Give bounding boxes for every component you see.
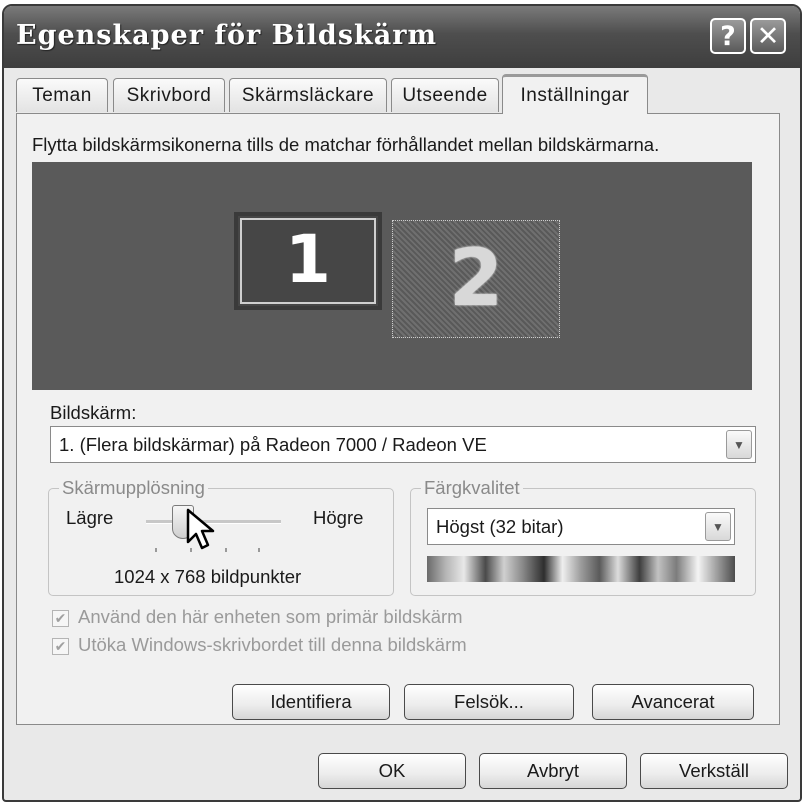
tab-skarmslackare[interactable]: Skärmsläckare — [229, 78, 387, 112]
check-icon: ✔ — [54, 610, 67, 627]
resolution-value: 1024 x 768 bildpunkter — [114, 566, 302, 587]
primary-display-label: Använd den här enheten som primär bildsk… — [78, 606, 463, 627]
color-quality-select[interactable]: Högst (32 bitar) ▼ — [427, 508, 735, 545]
tab-strip: Teman Skrivbord Skärmsläckare Utseende I… — [16, 74, 796, 114]
tab-teman[interactable]: Teman — [16, 78, 108, 112]
slider-tick — [225, 548, 227, 552]
cancel-button[interactable]: Avbryt — [479, 753, 627, 789]
help-button[interactable]: ? — [710, 18, 746, 54]
extend-desktop-checkbox[interactable]: ✔ — [52, 638, 69, 655]
resolution-high-label: Högre — [313, 507, 364, 528]
window-title: Egenskaper för Bildskärm — [16, 20, 438, 51]
display-select-value: 1. (Flera bildskärmar) på Radeon 7000 / … — [59, 434, 487, 455]
apply-button[interactable]: Verkställ — [640, 753, 788, 789]
identify-button[interactable]: Identifiera — [232, 684, 390, 720]
color-quality-legend: Färgkvalitet — [421, 477, 523, 499]
tab-skrivbord[interactable]: Skrivbord — [113, 78, 225, 112]
ok-button[interactable]: OK — [318, 753, 466, 789]
title-bar[interactable]: Egenskaper för Bildskärm ? ✕ — [4, 6, 800, 68]
monitor-arrangement-area[interactable]: 1 2 — [32, 162, 752, 390]
color-preview-bar — [427, 556, 735, 582]
chevron-down-icon[interactable]: ▼ — [726, 430, 752, 459]
monitor-2-number: 2 — [448, 234, 504, 324]
advanced-button[interactable]: Avancerat — [592, 684, 754, 720]
troubleshoot-button[interactable]: Felsök... — [404, 684, 574, 720]
monitor-1-icon[interactable]: 1 — [234, 212, 382, 310]
extend-desktop-label: Utöka Windows-skrivbordet till denna bil… — [78, 634, 467, 655]
display-select[interactable]: 1. (Flera bildskärmar) på Radeon 7000 / … — [50, 426, 756, 463]
monitor-2-icon[interactable]: 2 — [392, 220, 560, 338]
resolution-low-label: Lägre — [66, 507, 114, 528]
resolution-legend: Skärmupplösning — [59, 477, 208, 499]
monitor-1-number: 1 — [285, 220, 331, 298]
close-button[interactable]: ✕ — [750, 18, 786, 54]
tab-installningar[interactable]: Inställningar — [502, 74, 648, 114]
display-label: Bildskärm: — [50, 402, 137, 423]
instruction-text: Flytta bildskärmsikonerna tills de match… — [32, 134, 660, 155]
color-quality-value: Högst (32 bitar) — [436, 516, 564, 537]
slider-tick — [258, 548, 260, 552]
check-icon: ✔ — [54, 638, 67, 655]
tab-utseende[interactable]: Utseende — [391, 78, 499, 112]
slider-tick — [155, 548, 157, 552]
chevron-down-icon[interactable]: ▼ — [705, 512, 731, 541]
primary-display-checkbox[interactable]: ✔ — [52, 610, 69, 627]
mouse-pointer-icon — [186, 508, 216, 556]
